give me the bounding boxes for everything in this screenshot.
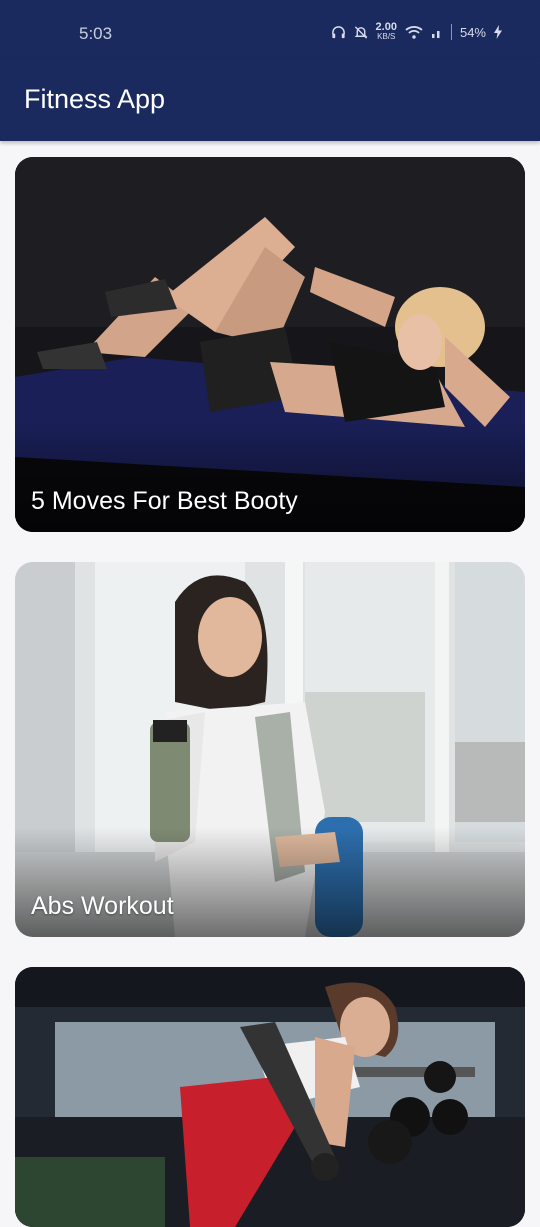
- status-icons: 2.00 KB/S 54%: [331, 22, 502, 42]
- workout-image-dumbbell-row: [15, 967, 525, 1227]
- workout-title: 5 Moves For Best Booty: [31, 487, 298, 515]
- headphones-icon: [331, 25, 345, 38]
- network-speed: 2.00 KB/S: [375, 21, 397, 42]
- workout-card-best-booty[interactable]: 5 Moves For Best Booty: [15, 157, 525, 532]
- app-bar: Fitness App: [0, 58, 540, 141]
- workout-title: Abs Workout: [31, 892, 174, 920]
- wifi-icon: [405, 26, 423, 39]
- signal-icon: [431, 31, 440, 38]
- mute-bell-icon: [354, 25, 367, 39]
- status-bar: 5:03 2.00 KB/S 54%: [0, 0, 540, 58]
- battery-percent: 54%: [459, 24, 486, 40]
- app-title: Fitness App: [24, 84, 166, 114]
- status-time: 5:03: [79, 24, 113, 43]
- workout-card-gym[interactable]: [15, 967, 525, 1227]
- charging-bolt-icon: [494, 25, 502, 39]
- workout-card-abs[interactable]: Abs Workout: [15, 562, 525, 937]
- status-divider: [450, 24, 452, 40]
